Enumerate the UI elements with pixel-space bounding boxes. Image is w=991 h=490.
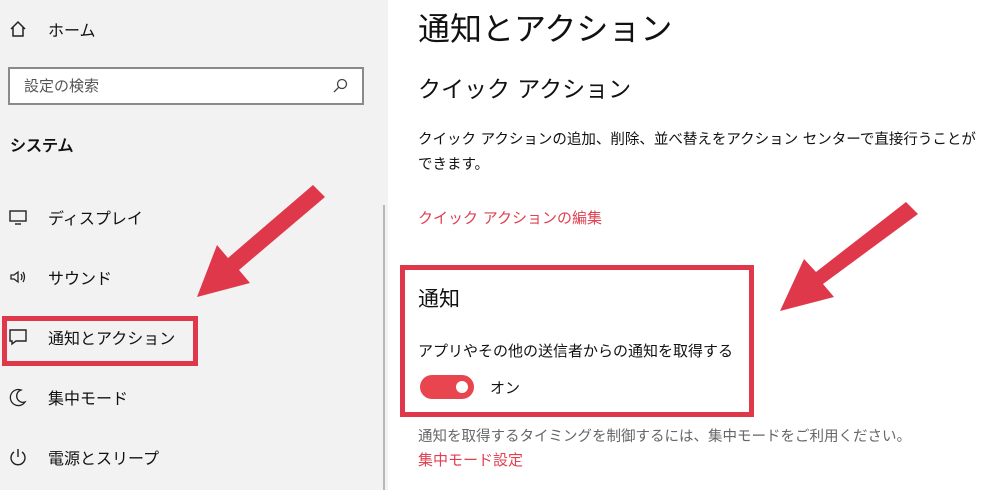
sidebar-item-label: 電源とスリープ	[48, 449, 160, 468]
toggle-knob	[456, 381, 468, 393]
search-icon[interactable]	[332, 78, 352, 94]
selected-item-highlight-box	[2, 316, 198, 366]
speaker-icon	[8, 267, 28, 287]
quick-actions-heading: クイック アクション	[418, 77, 632, 103]
sidebar-item-sound[interactable]: サウンド	[0, 257, 380, 297]
home-nav-item[interactable]: ホーム	[0, 9, 380, 49]
focus-info-text: 通知を取得するタイミングを制御するには、集中モードをご利用ください。	[418, 429, 911, 445]
monitor-icon	[8, 207, 28, 227]
sidebar-item-focus[interactable]: 集中モード	[0, 377, 380, 417]
notifications-heading: 通知	[418, 287, 460, 311]
home-label: ホーム	[48, 21, 96, 40]
sidebar-scrollbar[interactable]	[383, 205, 385, 490]
focus-settings-link[interactable]: 集中モード設定	[418, 449, 523, 470]
toggle-state-label: オン	[490, 379, 521, 397]
search-box[interactable]	[8, 67, 364, 105]
moon-icon	[8, 387, 28, 407]
sidebar: ホーム システム ディスプレイ サウンド 通知とアクション 集中モード	[0, 0, 388, 490]
edit-quick-actions-link[interactable]: クイック アクションの編集	[418, 207, 602, 228]
notifications-toggle-label: アプリやその他の送信者からの通知を取得する	[418, 342, 734, 360]
section-heading: システム	[10, 136, 74, 155]
sidebar-item-label: サウンド	[48, 269, 113, 288]
sidebar-item-label: ディスプレイ	[48, 209, 143, 228]
power-icon	[8, 447, 28, 467]
quick-actions-description: クイック アクションの追加、削除、並べ替えをアクション センターで直接行うことが…	[418, 132, 976, 173]
search-input[interactable]	[10, 76, 332, 96]
sidebar-item-label: 集中モード	[48, 389, 129, 408]
sidebar-item-display[interactable]: ディスプレイ	[0, 197, 380, 237]
page-title: 通知とアクション	[418, 10, 673, 48]
notifications-toggle[interactable]	[420, 375, 474, 399]
home-icon	[8, 19, 28, 39]
sidebar-item-power[interactable]: 電源とスリープ	[0, 437, 380, 477]
